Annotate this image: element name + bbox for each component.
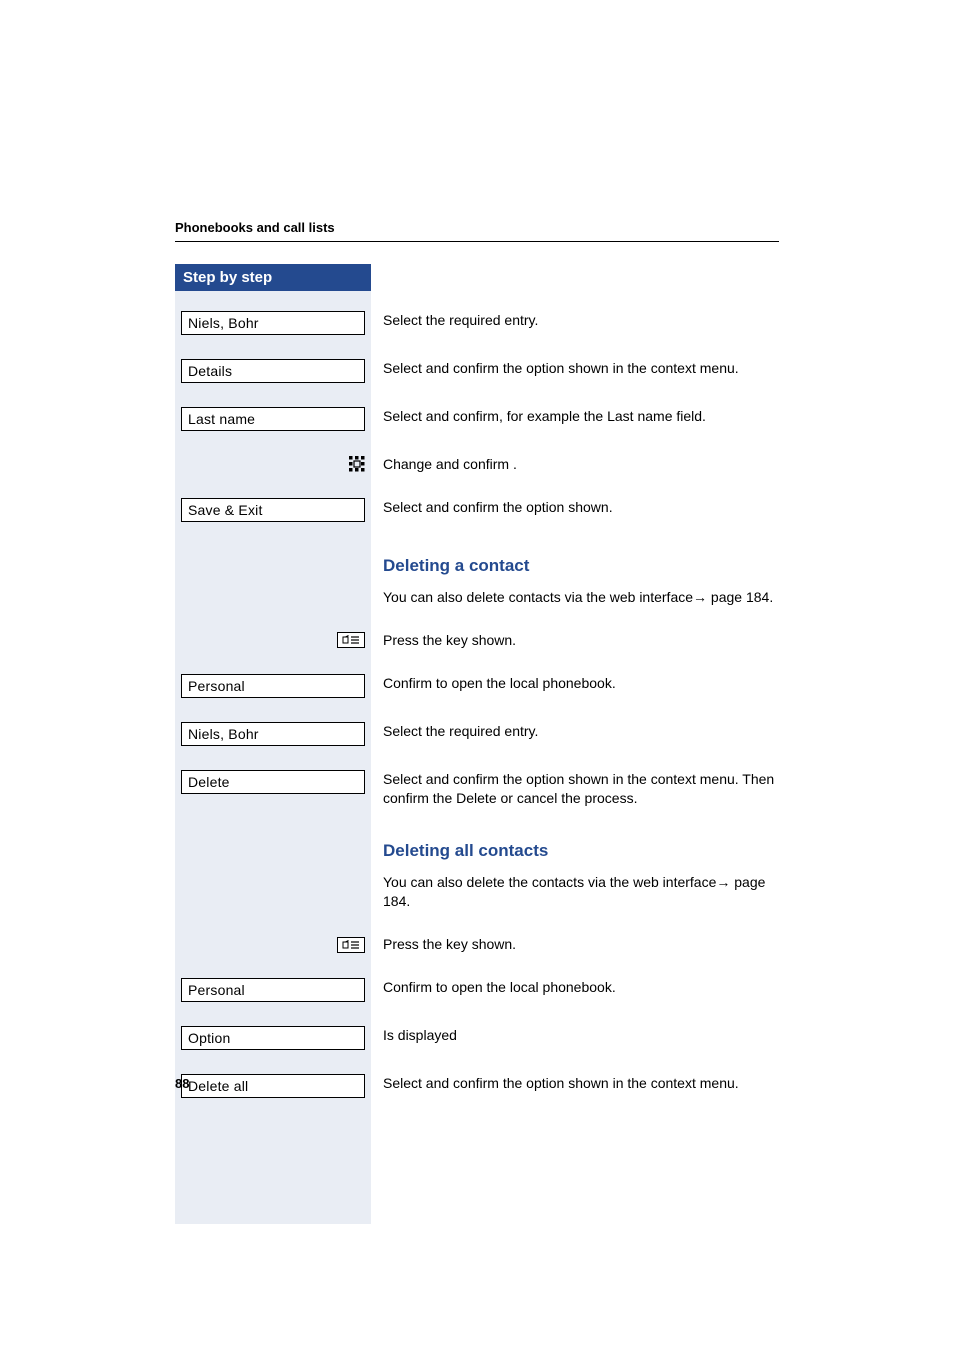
step-desc: Select the required entry. [383,305,779,341]
step-box-details: Details [181,359,365,383]
page-number: 88 [175,1076,189,1091]
section-header: Phonebooks and call lists [175,220,779,242]
phonebook-key-icon [337,632,365,648]
step-box-lastname: Last name [181,407,365,431]
heading-deleting-all-contacts: Deleting all contacts [383,841,779,861]
arrow-icon: → [693,589,707,605]
step-desc: Select and confirm the option shown. [383,492,779,528]
phonebook-key-icon [337,937,365,953]
step-box-personal: Personal [181,978,365,1002]
heading-deleting-contact: Deleting a contact [383,556,779,576]
step-desc: Press the key shown. [383,929,779,960]
step-desc: Press the key shown. [383,625,779,656]
arrow-icon: → [716,874,730,890]
step-by-step-title: Step by step [175,264,371,291]
step-box-save-exit: Save & Exit [181,498,365,522]
step-box-entry: Niels, Bohr [181,722,365,746]
step-box-delete: Delete [181,770,365,794]
content-grid: Niels, Bohr Select the required entry. D… [175,291,779,1224]
step-desc: Select the required entry. [383,716,779,752]
step-desc: Select and confirm, for example the Last… [383,401,779,437]
step-desc: Select and confirm the option shown in t… [383,1068,779,1104]
keypad-icon [349,456,365,472]
step-desc: Is displayed [383,1020,779,1056]
step-desc: Confirm to open the local phonebook. [383,668,779,704]
step-desc: Confirm to open the local phonebook. [383,972,779,1008]
step-desc: Select and confirm the option shown in t… [383,353,779,389]
step-box-option: Option [181,1026,365,1050]
step-desc: Select and confirm the option shown in t… [383,764,779,814]
intro-deleting-all-contacts: You can also delete the contacts via the… [383,871,779,911]
step-box-entry: Niels, Bohr [181,311,365,335]
step-desc: Change and confirm . [383,449,779,480]
step-box-delete-all: Delete all [181,1074,365,1098]
intro-deleting-contact: You can also delete contacts via the web… [383,586,779,607]
step-box-personal: Personal [181,674,365,698]
